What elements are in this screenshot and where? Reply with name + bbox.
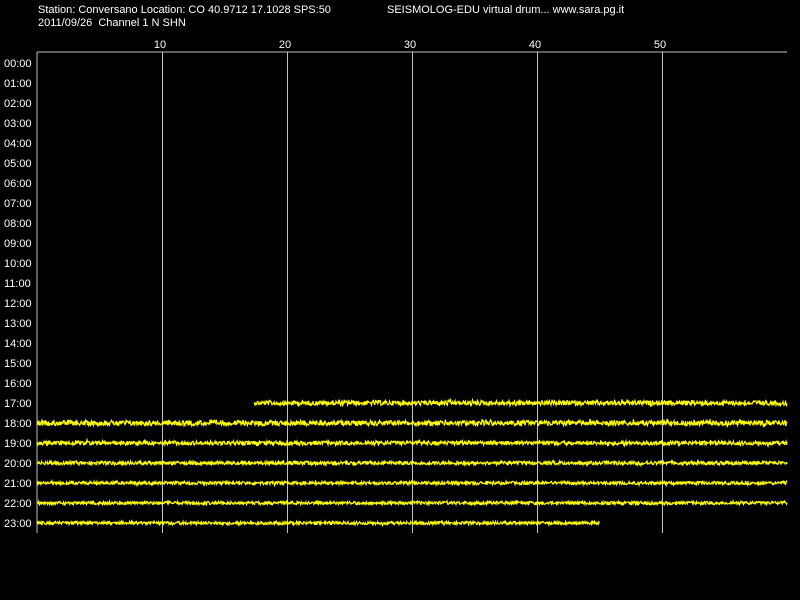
seismic-trace-2300 [36, 519, 601, 528]
hour-label: 21:00 [4, 478, 32, 490]
hour-label: 02:00 [4, 98, 32, 110]
hour-label: 13:00 [4, 318, 32, 330]
hour-label: 19:00 [4, 438, 32, 450]
hour-label: 00:00 [4, 58, 32, 70]
hour-label: 11:00 [4, 278, 31, 290]
hour-label: 04:00 [4, 138, 32, 150]
hour-label: 07:00 [4, 198, 32, 210]
seismogram-chart: 10 20 30 40 50 00:00 01:00 02:00 03:00 04:00 05:00… [4, 39, 788, 533]
hour-label: 08:00 [4, 218, 32, 230]
hour-label: 22:00 [4, 498, 32, 510]
hour-label: 10:00 [4, 258, 32, 270]
x-tick-label: 40 [529, 39, 541, 51]
hour-label: 12:00 [4, 298, 32, 310]
hour-label: 01:00 [4, 78, 32, 90]
x-tick-label: 50 [654, 39, 666, 51]
hour-label: 20:00 [4, 458, 32, 470]
hour-label: 09:00 [4, 238, 32, 250]
hour-label: 03:00 [4, 118, 32, 130]
hour-label: 15:00 [4, 358, 32, 370]
hour-label: 14:00 [4, 338, 32, 350]
hour-label: 17:00 [4, 398, 32, 410]
hour-label: 06:00 [4, 178, 32, 190]
x-tick-label: 20 [279, 39, 291, 51]
hour-label: 16:00 [4, 378, 32, 390]
hour-label: 23:00 [4, 518, 32, 530]
hour-label: 05:00 [4, 158, 32, 170]
x-tick-label: 30 [404, 39, 416, 51]
hour-label: 18:00 [4, 418, 32, 430]
x-tick-label: 10 [154, 39, 166, 51]
seismic-trace-1700 [253, 397, 788, 408]
